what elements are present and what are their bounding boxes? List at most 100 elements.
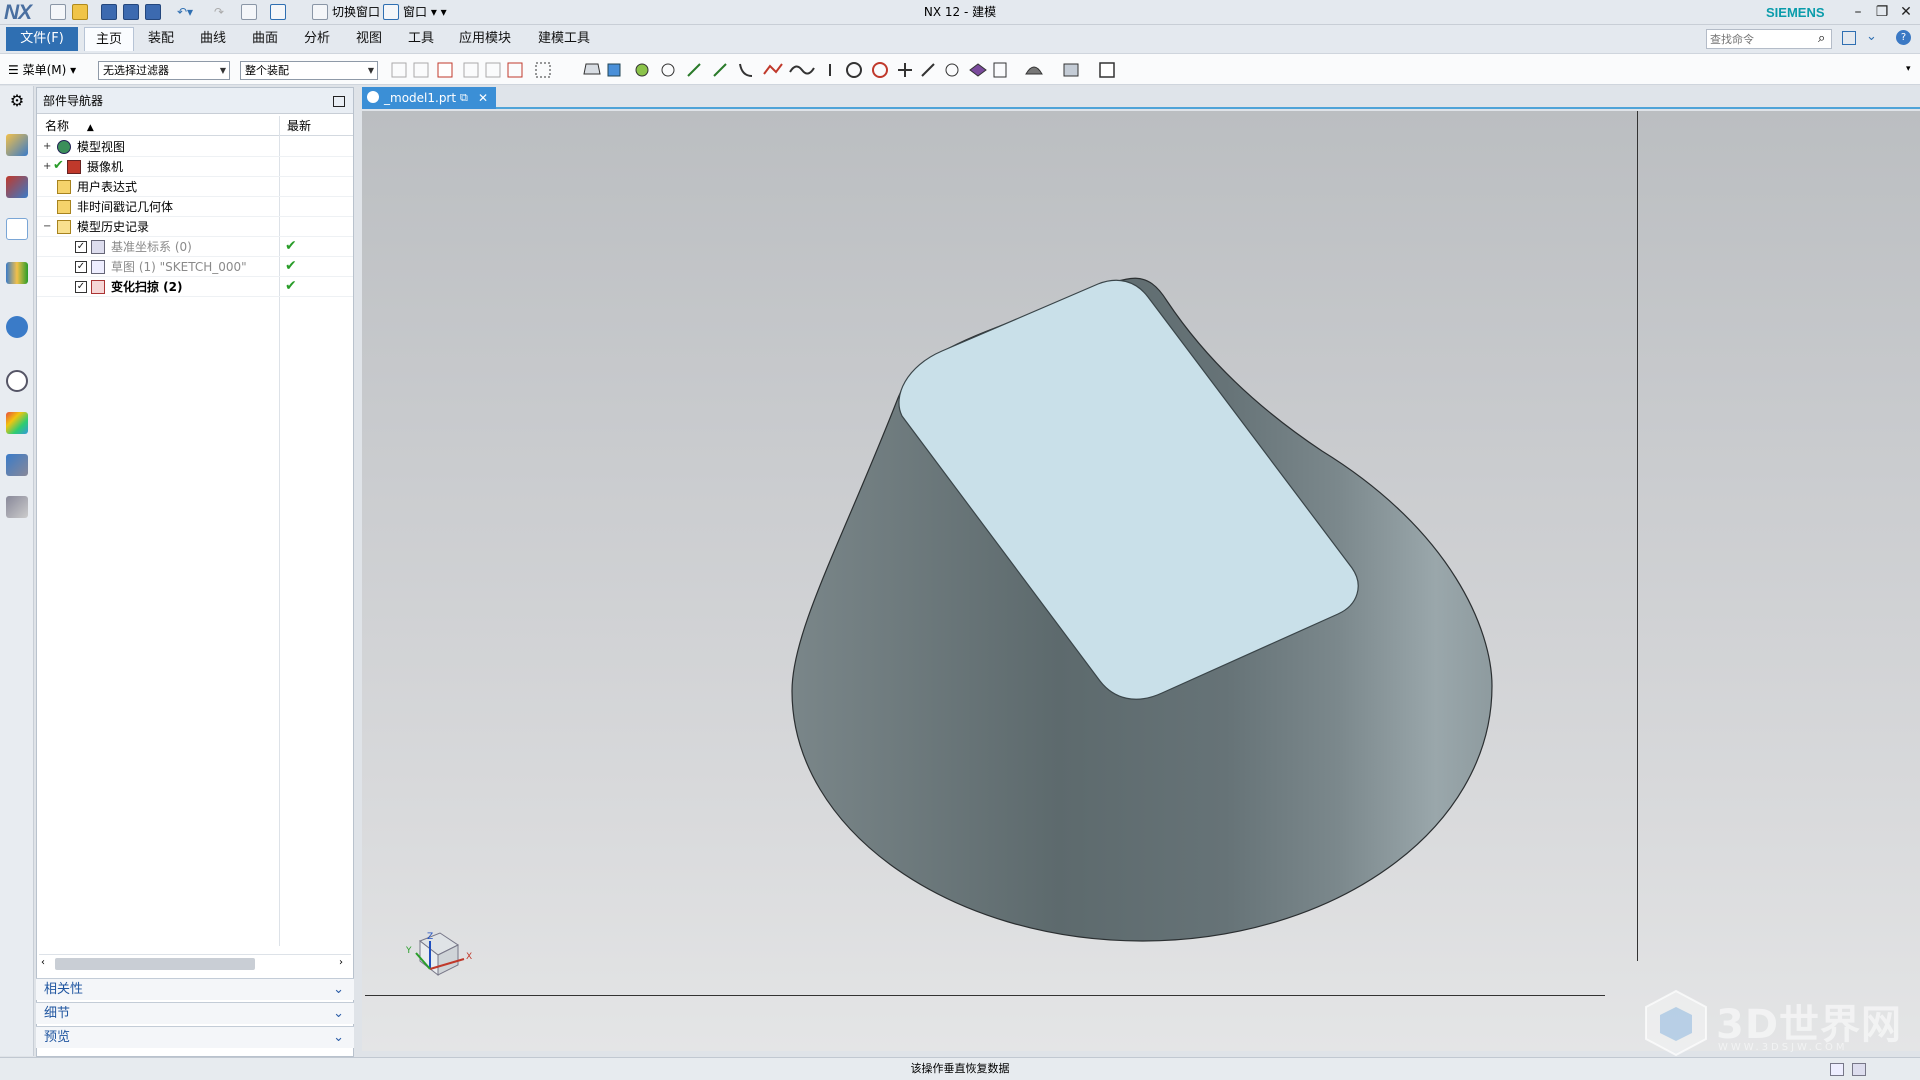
tab-home[interactable]: 主页 — [84, 27, 134, 51]
selection-scope-dropdown[interactable]: 整个装配 ▼ — [240, 61, 378, 80]
part-navigator-panel: 部件导航器 名称 ▲ 最新 + 模型视图 + ✔ 摄像机 用户表达式 非时间戳记… — [36, 87, 354, 1057]
status-icon[interactable] — [1852, 1063, 1866, 1076]
title-bar: NX ↶▾ ↷ 切换窗口 窗口 ▾ ▾ NX 12 - 建模 SIEMENS –… — [0, 0, 1920, 25]
part-file-icon — [367, 91, 379, 103]
menu-button[interactable]: ☰ 菜单(M) ▾ — [8, 60, 76, 80]
visibility-checkbox[interactable]: ✓ — [75, 241, 87, 253]
search-icon[interactable]: ⌕ — [1818, 31, 1825, 46]
tab-application[interactable]: 应用模块 — [450, 27, 520, 51]
type-filter-dropdown[interactable]: 无选择过滤器 ▼ — [98, 61, 230, 80]
status-bar: 该操作垂直恢复数据 — [0, 1057, 1920, 1080]
check-icon: ✔ — [53, 158, 64, 173]
tree-row-label: 变化扫掠 (2) — [111, 280, 183, 294]
folder-icon — [57, 180, 71, 194]
tree-row-variational-sweep[interactable]: ✓ 变化扫掠 (2) ✔ — [37, 277, 353, 297]
help-icon[interactable]: ? — [1896, 30, 1911, 45]
chevron-down-icon: ⌄ — [333, 982, 344, 997]
selection-toolbar: ☰ 菜单(M) ▾ 无选择过滤器 ▼ 整个装配 ▼ ▾ — [0, 53, 1920, 85]
history-clock-icon[interactable] — [6, 370, 28, 392]
sketch-icon — [91, 260, 105, 274]
tree-row-label: 用户表达式 — [77, 180, 138, 194]
camera-icon — [67, 160, 81, 174]
tab-modeling-tools[interactable]: 建模工具 — [528, 27, 600, 51]
part-navigator-icon[interactable] — [6, 218, 28, 240]
ribbon-options-icon[interactable] — [1842, 31, 1856, 45]
process-studio-icon[interactable] — [6, 454, 28, 476]
selection-scope-value: 整个装配 — [245, 64, 289, 77]
ribbon-tab-bar: 文件(F) 主页 装配 曲线 曲面 分析 视图 工具 应用模块 建模工具 ⌕ ⌄… — [0, 25, 1920, 53]
visibility-checkbox[interactable]: ✓ — [75, 261, 87, 273]
info-feed-icon[interactable] — [6, 316, 28, 338]
tree-row-label: 非时间戳记几何体 — [77, 200, 174, 214]
panel-preview[interactable]: 预览 ⌄ — [36, 1026, 354, 1048]
selection-tools-strip[interactable] — [386, 60, 1126, 80]
tab-view[interactable]: 视图 — [344, 27, 394, 51]
tree-row-model-history[interactable]: − 模型历史记录 — [37, 217, 353, 237]
tab-surface[interactable]: 曲面 — [240, 27, 290, 51]
chevron-down-icon: ⌄ — [333, 1006, 344, 1021]
tree-row-camera[interactable]: + ✔ 摄像机 — [37, 157, 353, 177]
chevron-down-icon[interactable]: ⌄ — [1866, 29, 1877, 44]
up-to-date-check-icon: ✔ — [285, 238, 297, 254]
tree-row-label: 基准坐标系 (0) — [111, 240, 192, 254]
menu-button-label: 菜单(M) — [22, 63, 67, 77]
scroll-right-icon[interactable]: › — [339, 957, 343, 968]
scroll-left-icon[interactable]: ‹ — [41, 957, 45, 968]
svg-text:Y: Y — [405, 946, 412, 956]
tree-row-sketch[interactable]: ✓ 草图 (1) "SKETCH_000" ✔ — [37, 257, 353, 277]
status-message: 该操作垂直恢复数据 — [910, 1062, 1010, 1075]
resource-bar: ⚙ — [0, 86, 34, 1056]
column-name-label: 名称 — [45, 119, 70, 133]
view-border-horizontal — [365, 995, 1605, 996]
sort-ascending-icon: ▲ — [86, 123, 94, 133]
chevron-down-icon: ⌄ — [333, 1030, 344, 1045]
settings-gear-icon[interactable]: ⚙ — [6, 90, 28, 112]
tab-tools[interactable]: 工具 — [396, 27, 446, 51]
minimize-icon[interactable]: – — [1846, 2, 1870, 22]
document-tab[interactable]: _model1.prt ⧉ ✕ — [362, 87, 496, 109]
panel-dependencies-label: 相关性 — [44, 982, 84, 997]
tab-assembly[interactable]: 装配 — [136, 27, 186, 51]
panel-details-label: 细节 — [44, 1006, 71, 1021]
visibility-checkbox[interactable]: ✓ — [75, 281, 87, 293]
close-tab-icon[interactable]: ✕ — [478, 87, 488, 109]
expand-icon[interactable]: + — [43, 162, 51, 172]
svg-text:Z: Z — [427, 932, 433, 942]
tree-row-user-expressions[interactable]: 用户表达式 — [37, 177, 353, 197]
variational-sweep-model[interactable] — [362, 111, 1920, 1051]
view-border-vertical — [1637, 111, 1638, 961]
toolbar-overflow-icon[interactable]: ▾ — [1906, 64, 1911, 74]
tree-row-datum-csys[interactable]: ✓ 基准坐标系 (0) ✔ — [37, 237, 353, 257]
assembly-navigator-icon[interactable] — [6, 134, 28, 156]
file-menu-tab[interactable]: 文件(F) — [6, 27, 78, 51]
restore-icon[interactable]: ❐ — [1870, 2, 1894, 22]
close-icon[interactable]: ✕ — [1894, 2, 1918, 22]
document-tab-label: _model1.prt — [384, 91, 457, 105]
undock-icon[interactable]: ⧉ — [460, 87, 468, 109]
visualization-palette-icon[interactable] — [6, 412, 28, 434]
tree-row-model-views[interactable]: + 模型视图 — [37, 137, 353, 157]
collapse-icon[interactable]: − — [43, 222, 51, 232]
roles-icon[interactable] — [6, 496, 28, 518]
tree-row-unused-geometry[interactable]: 非时间戳记几何体 — [37, 197, 353, 217]
panel-details[interactable]: 细节 ⌄ — [36, 1002, 354, 1024]
command-search-input[interactable] — [1706, 29, 1832, 49]
column-name[interactable]: 名称 ▲ — [45, 116, 94, 136]
window-title: NX 12 - 建模 — [923, 5, 997, 19]
model-views-icon — [57, 140, 71, 154]
navigator-title: 部件导航器 — [43, 94, 104, 108]
graphics-window[interactable]: Z X Y — [362, 111, 1920, 1051]
column-latest[interactable]: 最新 — [287, 116, 311, 136]
panel-dependencies[interactable]: 相关性 ⌄ — [36, 978, 354, 1000]
expand-icon[interactable]: + — [43, 142, 51, 152]
maximize-icon[interactable] — [333, 96, 345, 107]
reuse-library-icon[interactable] — [6, 262, 28, 284]
up-to-date-check-icon: ✔ — [285, 258, 297, 274]
document-tab-strip: _model1.prt ⧉ ✕ — [362, 87, 1920, 109]
tab-curve[interactable]: 曲线 — [188, 27, 238, 51]
scrollbar-thumb[interactable] — [55, 958, 255, 970]
status-icon[interactable] — [1830, 1063, 1844, 1076]
tab-analysis[interactable]: 分析 — [292, 27, 342, 51]
constraint-navigator-icon[interactable] — [6, 176, 28, 198]
svg-text:X: X — [466, 952, 472, 962]
